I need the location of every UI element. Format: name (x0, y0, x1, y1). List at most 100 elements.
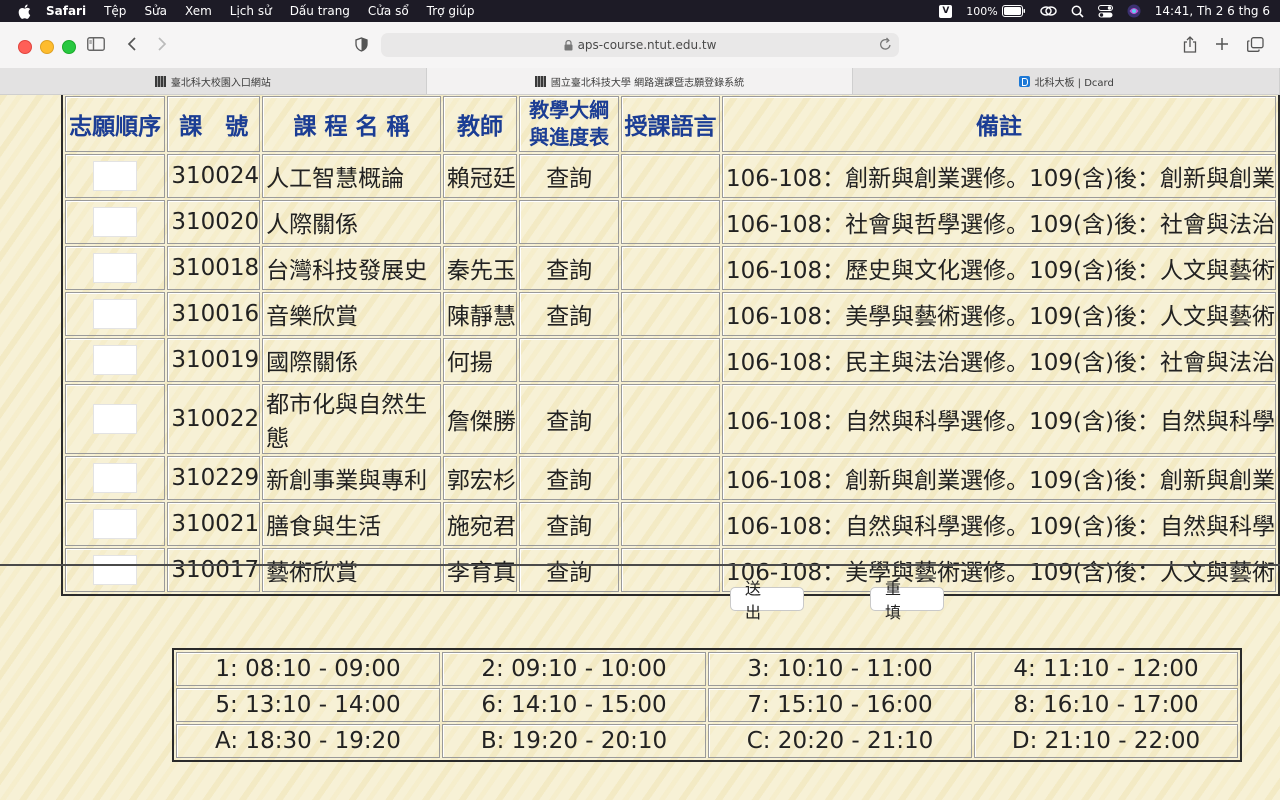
period-cell: B: 19:20 - 20:10 (442, 724, 706, 758)
forward-icon[interactable] (150, 33, 174, 55)
table-row: 310229 新創事業與專利 郭宏杉 查詢 106-108：創新與創業選修。109(含)… (65, 456, 1276, 500)
course-language (621, 456, 721, 500)
course-teacher: 秦先玉 (442, 246, 518, 290)
order-cell (65, 154, 166, 198)
period-cell: 1: 08:10 - 09:00 (176, 652, 440, 686)
submit-button[interactable]: 送出 (730, 579, 804, 622)
order-input[interactable] (93, 207, 138, 237)
table-row: 310016 音樂欣賞 陳靜慧 查詢 106-108：美學與藝術選修。109(含)後：人… (65, 292, 1276, 336)
tab-course-selection[interactable]: 國立臺北科技大學 網路選課暨志願登錄系統 (426, 68, 854, 94)
menu-app-name[interactable]: Safari (46, 4, 86, 18)
order-cell (65, 456, 166, 500)
course-name: 人際關係 (262, 200, 441, 244)
new-tab-icon[interactable] (1210, 33, 1234, 55)
table-row: 310020 人際關係 106-108：社會與哲學選修。109(含)後：社會與法治 (65, 200, 1276, 244)
course-teacher: 詹傑勝 (442, 384, 518, 454)
sidebar-toggle-icon[interactable] (84, 33, 108, 55)
syllabus-link[interactable]: 查詢 (519, 246, 620, 290)
order-cell (65, 292, 166, 336)
header-name: 課 程 名 稱 (262, 96, 441, 152)
battery-icon (1001, 5, 1025, 17)
reload-icon[interactable] (879, 37, 892, 51)
course-name: 音樂欣賞 (262, 292, 441, 336)
course-note: 106-108：美學與藝術選修。109(含)後：人文與藝術 (722, 292, 1276, 336)
menu-help[interactable]: Trợ giúp (427, 4, 475, 18)
course-code: 310229 (167, 456, 261, 500)
course-teacher: 施宛君 (442, 502, 518, 546)
period-cell: 6: 14:10 - 15:00 (442, 688, 706, 722)
share-icon[interactable] (1178, 33, 1202, 55)
syllabus-link[interactable]: 查詢 (519, 502, 620, 546)
syllabus-link[interactable]: 查詢 (519, 292, 620, 336)
menu-bookmarks[interactable]: Dấu trang (290, 4, 350, 18)
maximize-window-button[interactable] (62, 40, 76, 54)
course-teacher: 賴冠廷 (442, 154, 518, 198)
table-row: 310024 人工智慧概論 賴冠廷 查詢 106-108：創新與創業選修。109(含)後… (65, 154, 1276, 198)
order-input[interactable] (93, 463, 138, 493)
syllabus-link[interactable]: 查詢 (519, 456, 620, 500)
spotlight-search-icon[interactable] (1071, 5, 1084, 18)
battery-status[interactable]: 100% (966, 5, 1025, 18)
period-cell: 5: 13:10 - 14:00 (176, 688, 440, 722)
screen-mirroring-icon[interactable] (1040, 5, 1057, 17)
syllabus-link[interactable]: 查詢 (519, 384, 620, 454)
macos-menu-bar: Safari Tệp Sửa Xem Lịch sử Dấu trang Cửa… (0, 0, 1280, 22)
siri-icon[interactable] (1127, 4, 1141, 18)
course-language (621, 338, 721, 382)
syllabus-link[interactable]: 查詢 (519, 548, 620, 592)
menu-history[interactable]: Lịch sử (230, 4, 272, 18)
course-code: 310020 (167, 200, 261, 244)
table-header-row: 志願順序 課 號 課 程 名 稱 教師 教學大綱與進度表 授課語言 備註 (65, 96, 1276, 152)
minimize-window-button[interactable] (40, 40, 54, 54)
page-content: 志願順序 課 號 課 程 名 稱 教師 教學大綱與進度表 授課語言 備註 310… (0, 95, 1280, 800)
order-cell (65, 502, 166, 546)
input-method-label: V (939, 4, 953, 18)
order-cell (65, 338, 166, 382)
tab-dcard[interactable]: 北科大板 | Dcard (853, 68, 1280, 94)
menu-file[interactable]: Tệp (104, 4, 126, 18)
menu-window[interactable]: Cửa sổ (368, 4, 409, 18)
order-input[interactable] (93, 509, 138, 539)
order-input[interactable] (93, 253, 138, 283)
course-code: 310024 (167, 154, 261, 198)
url-text: aps-course.ntut.edu.tw (577, 38, 717, 52)
syllabus-link[interactable]: 查詢 (519, 154, 620, 198)
order-input[interactable] (93, 161, 138, 191)
browser-tab-bar: 臺北科大校園入口網站 國立臺北科技大學 網路選課暨志願登錄系統 北科大板 | D… (0, 68, 1280, 95)
course-name: 人工智慧概論 (262, 154, 441, 198)
address-bar[interactable]: aps-course.ntut.edu.tw (381, 33, 899, 57)
course-name: 藝術欣賞 (262, 548, 441, 592)
tab-ntut-portal[interactable]: 臺北科大校園入口網站 (0, 68, 427, 94)
menu-edit[interactable]: Sửa (144, 4, 167, 18)
order-input[interactable] (93, 404, 138, 434)
syllabus-link (519, 338, 620, 382)
header-teacher: 教師 (442, 96, 518, 152)
course-name: 都市化與自然生態 (262, 384, 441, 454)
order-input[interactable] (93, 299, 138, 329)
reset-button[interactable]: 重填 (870, 579, 944, 622)
course-name: 台灣科技發展史 (262, 246, 441, 290)
tab-label: 北科大板 | Dcard (1034, 77, 1114, 89)
tab-overview-icon[interactable] (1243, 33, 1267, 55)
order-input[interactable] (93, 555, 138, 585)
back-icon[interactable] (120, 33, 144, 55)
tab-label: 國立臺北科技大學 網路選課暨志願登錄系統 (550, 77, 745, 89)
menubar-clock[interactable]: 14:41, Th 2 6 thg 6 (1155, 4, 1270, 18)
period-cell: 4: 11:10 - 12:00 (974, 652, 1238, 686)
ntut-favicon-icon (534, 75, 546, 87)
order-input[interactable] (93, 345, 138, 375)
control-center-icon[interactable] (1097, 4, 1113, 18)
syllabus-link (519, 200, 620, 244)
privacy-shield-icon[interactable] (349, 33, 373, 55)
menu-view[interactable]: Xem (185, 4, 212, 18)
course-code: 310017 (167, 548, 261, 592)
course-note: 106-108：歷史與文化選修。109(含)後：人文與藝術 (722, 246, 1276, 290)
course-name: 新創事業與專利 (262, 456, 441, 500)
close-window-button[interactable] (18, 40, 32, 54)
course-code: 310018 (167, 246, 261, 290)
input-method-icon[interactable]: V (939, 4, 953, 18)
apple-menu-icon[interactable] (16, 3, 32, 19)
period-cell: C: 20:20 - 21:10 (708, 724, 972, 758)
period-row: A: 18:30 - 19:20 B: 19:20 - 20:10 C: 20:20… (176, 724, 1238, 758)
course-code: 310022 (167, 384, 261, 454)
